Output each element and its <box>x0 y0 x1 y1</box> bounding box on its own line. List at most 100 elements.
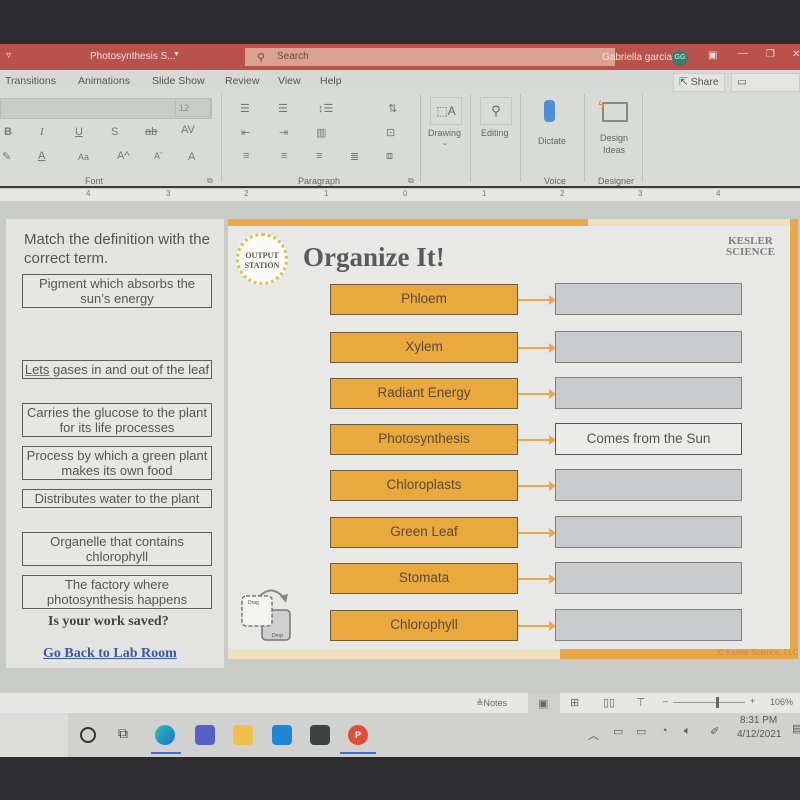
ribbon-display-icon[interactable]: ▣ <box>708 50 717 61</box>
definition-card[interactable]: The factory where photosynthesis happens <box>22 575 212 609</box>
drawing-icon[interactable]: ⬚A <box>430 97 462 125</box>
align-text-icon[interactable]: ⊡ <box>386 126 395 139</box>
cortana-icon[interactable] <box>80 727 96 743</box>
tab-animations[interactable]: Animations <box>78 75 130 87</box>
zoom-slider[interactable] <box>673 697 745 708</box>
share-button[interactable]: ⇱ Share <box>673 73 725 92</box>
minimize-icon[interactable]: — <box>738 48 748 59</box>
tab-slide-show[interactable]: Slide Show <box>152 75 205 87</box>
normal-view-button[interactable]: ▣ <box>528 693 560 713</box>
increase-font-button[interactable]: A^ <box>117 150 130 162</box>
underline-button[interactable]: U <box>75 126 83 138</box>
bullets-icon[interactable]: ☰ <box>240 102 250 115</box>
definition-card[interactable]: Process by which a green plant makes its… <box>22 446 212 480</box>
align-left-icon[interactable]: ≡ <box>243 150 249 162</box>
text-direction-icon[interactable]: ⇅ <box>388 102 397 115</box>
change-case-button[interactable]: Aa <box>78 152 89 162</box>
paragraph-dialog-launcher-icon[interactable]: ⧉ <box>408 176 414 186</box>
highlight-icon[interactable]: ✎ <box>2 150 11 163</box>
clock-date[interactable]: 4/12/2021 <box>737 729 782 740</box>
answer-drop-zone[interactable] <box>555 377 742 409</box>
answer-drop-zone[interactable] <box>555 331 742 363</box>
answer-drop-zone[interactable] <box>555 609 742 641</box>
file-explorer-icon[interactable] <box>233 725 253 745</box>
show-hidden-icons[interactable]: ︿ <box>588 727 599 743</box>
tab-view[interactable]: View <box>278 75 301 87</box>
font-color-button[interactable]: A <box>38 150 45 162</box>
comments-button[interactable]: ▭ Comments <box>731 73 800 105</box>
notes-button[interactable]: ≜Notes <box>476 698 507 709</box>
decrease-indent-icon[interactable]: ⇤ <box>241 126 250 139</box>
title-dropdown-icon[interactable]: ▼ <box>173 51 180 58</box>
definition-card[interactable]: Distributes water to the plant <box>22 489 212 508</box>
volume-icon[interactable]: 🔈︎ <box>684 725 691 738</box>
dictate-button[interactable]: Dictate <box>538 136 566 146</box>
definition-card[interactable]: Pigment which absorbs the sun’s energy <box>22 274 212 308</box>
character-spacing-button[interactable]: AV <box>181 124 195 136</box>
align-center-icon[interactable]: ≡ <box>281 150 287 162</box>
smartart-icon[interactable]: ⧈ <box>386 150 393 163</box>
definition-card[interactable]: Lets gases in and out of the leaf <box>22 360 212 379</box>
answer-drop-zone[interactable]: Comes from the Sun <box>555 423 742 455</box>
tab-transitions[interactable]: Transitions <box>5 75 56 87</box>
answer-drop-zone[interactable] <box>555 469 742 501</box>
increase-indent-icon[interactable]: ⇥ <box>279 126 288 139</box>
drawing-dropdown-icon[interactable]: ⌄ <box>442 139 448 147</box>
answer-drop-zone[interactable] <box>555 516 742 548</box>
battery-icon[interactable]: ▭ <box>636 725 646 738</box>
slide-show-icon[interactable]: ⊤ <box>636 696 646 709</box>
font-dialog-launcher-icon[interactable]: ⧉ <box>207 176 213 186</box>
editing-button[interactable]: Editing <box>481 128 509 138</box>
numbering-icon[interactable]: ☰ <box>278 102 288 115</box>
microphone-icon[interactable] <box>544 100 555 122</box>
quick-access-icon[interactable]: ▿ <box>6 50 11 61</box>
columns-icon[interactable]: ▥ <box>316 126 326 139</box>
answer-drop-zone[interactable] <box>555 562 742 594</box>
slide-sorter-icon[interactable]: ⊞ <box>570 696 579 709</box>
zoom-out-button[interactable]: – <box>663 696 668 706</box>
powerpoint-icon[interactable]: P <box>348 725 368 745</box>
store-icon[interactable] <box>310 725 330 745</box>
zoom-level[interactable]: 106% <box>770 697 793 707</box>
notifications-icon[interactable]: ▤ <box>792 722 800 735</box>
decrease-font-button[interactable]: Aˇ <box>154 151 163 161</box>
font-size-select[interactable]: 12 <box>175 98 211 117</box>
zoom-slider-thumb[interactable] <box>716 697 720 708</box>
clock-time[interactable]: 8:31 PM <box>740 715 777 726</box>
close-icon[interactable]: ✕ <box>792 49 800 60</box>
restore-icon[interactable]: ❐ <box>766 49 775 60</box>
strikethrough-button[interactable]: ab <box>145 126 157 138</box>
design-ideas-icon[interactable]: ϟ <box>598 98 628 122</box>
back-to-lab-link[interactable]: Go Back to Lab Room <box>43 646 177 662</box>
wifi-icon[interactable]: ◔ <box>661 725 668 737</box>
badge-line2: STATION <box>244 261 280 270</box>
tab-help[interactable]: Help <box>320 75 342 87</box>
shadow-button[interactable]: S <box>111 126 118 138</box>
answer-drop-zone[interactable] <box>555 283 742 315</box>
design-ideas-button[interactable]: Design Ideas <box>598 132 630 156</box>
mail-icon[interactable] <box>272 725 292 745</box>
ruler-number: 1 <box>324 189 329 198</box>
align-right-icon[interactable]: ≡ <box>316 150 322 162</box>
definition-card[interactable]: Organelle that contains chlorophyll <box>22 532 212 566</box>
justify-icon[interactable]: ≣ <box>350 150 359 163</box>
teams-icon[interactable] <box>195 725 215 745</box>
meet-now-icon[interactable]: ▭ <box>613 725 623 738</box>
reading-view-icon[interactable]: ▯▯ <box>603 696 615 709</box>
italic-button[interactable]: I <box>40 126 44 138</box>
task-view-icon[interactable]: ⧉ <box>118 725 128 742</box>
search-input[interactable]: ⚲ Search <box>245 48 615 66</box>
edge-icon[interactable] <box>155 725 175 745</box>
clear-formatting-button[interactable]: A <box>188 151 195 163</box>
drawing-button[interactable]: Drawing <box>428 128 461 138</box>
line-spacing-icon[interactable]: ↕☰ <box>318 102 333 115</box>
document-title[interactable]: Photosynthesis S... <box>90 51 176 62</box>
avatar[interactable]: GG <box>672 50 688 66</box>
tab-review[interactable]: Review <box>225 75 259 87</box>
definition-card[interactable]: Carries the glucose to the plant for its… <box>22 403 212 437</box>
editing-icon[interactable]: ⚲ <box>480 97 512 125</box>
zoom-in-button[interactable]: + <box>750 696 755 706</box>
pen-icon[interactable]: ✐ <box>710 725 719 738</box>
bold-button[interactable]: B <box>4 126 12 138</box>
user-name[interactable]: Gabriella garcia <box>602 52 672 63</box>
